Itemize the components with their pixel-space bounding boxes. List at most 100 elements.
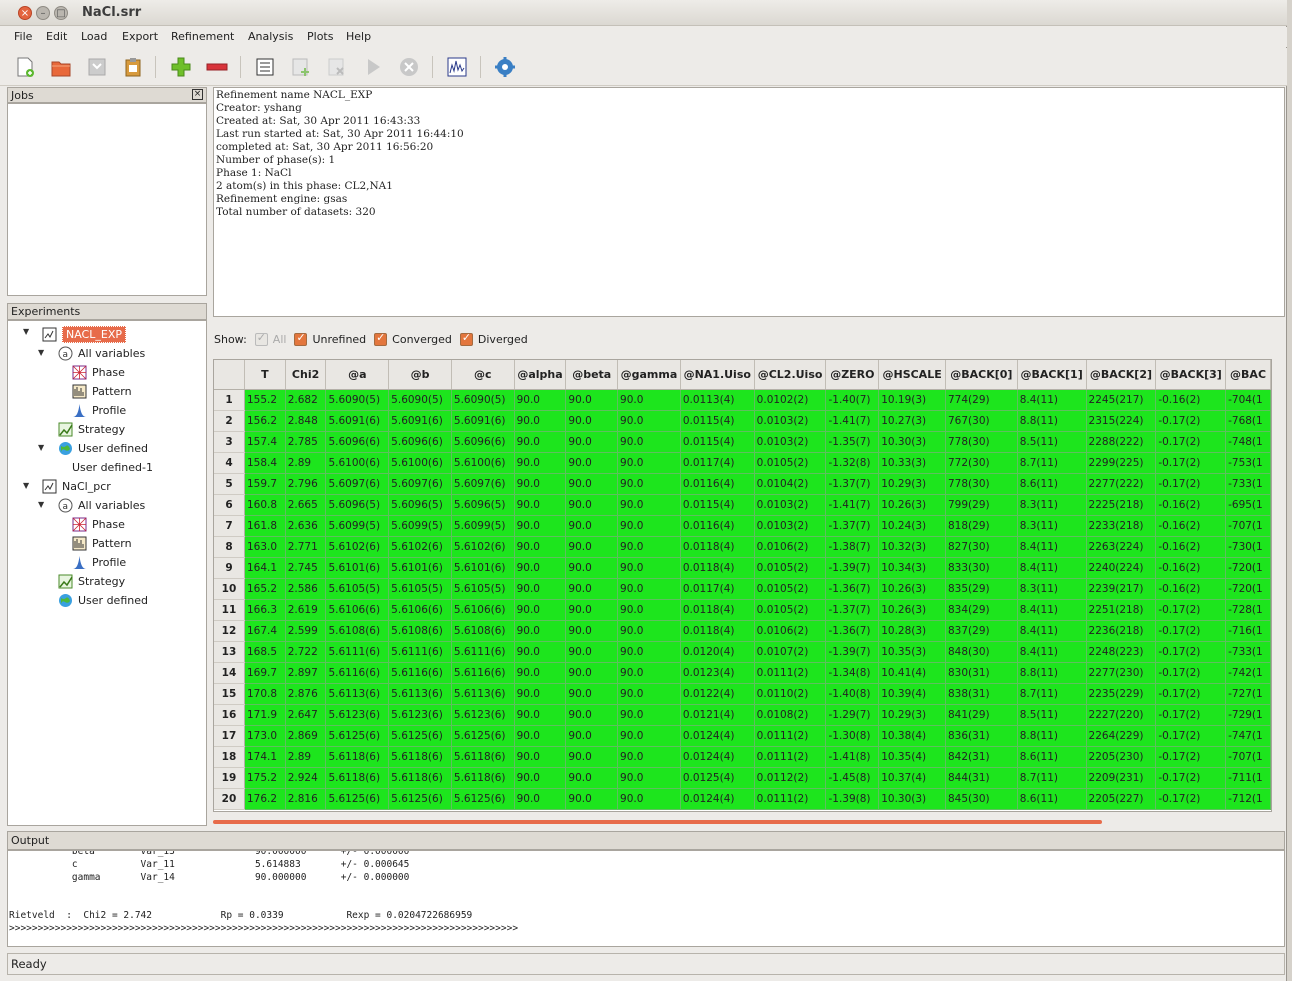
table-cell[interactable]: 0.0113(4)	[680, 389, 755, 411]
table-cell[interactable]: -1.39(7)	[825, 641, 880, 663]
table-cell[interactable]: 163.0	[244, 536, 286, 558]
expand-arrow-icon[interactable]: ▼	[23, 327, 29, 336]
table-cell[interactable]: 90.0	[514, 746, 567, 768]
table-cell[interactable]: -0.17(2)	[1155, 641, 1227, 663]
column-header[interactable]: @c	[451, 360, 515, 390]
table-cell[interactable]: 5.6106(6)	[325, 599, 390, 621]
table-cell[interactable]: 5.6108(6)	[451, 620, 515, 642]
table-cell[interactable]: 5.6113(6)	[325, 683, 390, 705]
table-cell[interactable]: -1.40(8)	[825, 683, 880, 705]
table-cell[interactable]: 0.0115(4)	[680, 431, 755, 453]
table-cell[interactable]: 2.816	[285, 788, 327, 810]
clipboard-icon[interactable]	[122, 56, 144, 78]
table-cell[interactable]: 10.29(3)	[878, 704, 946, 726]
table-cell[interactable]: 0.0115(4)	[680, 494, 755, 516]
table-cell[interactable]: -1.30(8)	[825, 725, 880, 747]
table-cell[interactable]: 164.1	[244, 557, 286, 579]
table-cell[interactable]: 166.3	[244, 599, 286, 621]
close-panel-icon[interactable]: ×	[192, 89, 203, 100]
converged-checkbox[interactable]	[374, 331, 388, 346]
table-cell[interactable]: 5.6111(6)	[388, 641, 452, 663]
table-row[interactable]: 11 166.3 2.619 5.6106(6) 5.6106(6) 5.6106(6) 9…	[214, 599, 1271, 621]
table-cell[interactable]: 2315(224)	[1086, 410, 1157, 432]
table-cell[interactable]: 5.6091(6)	[388, 410, 452, 432]
table-cell[interactable]: 173.0	[244, 725, 286, 747]
table-cell[interactable]: 156.2	[244, 410, 286, 432]
add-icon[interactable]	[170, 56, 192, 78]
row-header[interactable]: 3	[214, 431, 245, 453]
table-cell[interactable]: 90.0	[617, 557, 681, 579]
table-cell[interactable]: 5.6102(6)	[325, 536, 390, 558]
table-cell[interactable]: 8.3(11)	[1017, 578, 1087, 600]
menu-file[interactable]: File	[14, 30, 32, 43]
table-cell[interactable]: 5.6105(5)	[325, 578, 390, 600]
table-cell[interactable]: 90.0	[617, 473, 681, 495]
table-cell[interactable]: 10.30(3)	[878, 431, 946, 453]
table-cell[interactable]: 5.6118(6)	[388, 746, 452, 768]
table-cell[interactable]: 174.1	[244, 746, 286, 768]
table-cell[interactable]: 5.6091(6)	[451, 410, 515, 432]
table-cell[interactable]: -0.17(2)	[1155, 725, 1227, 747]
table-cell[interactable]: 5.6108(6)	[388, 620, 452, 642]
table-cell[interactable]: 8.4(11)	[1017, 389, 1087, 411]
table-cell[interactable]: -1.41(8)	[825, 746, 880, 768]
table-cell[interactable]: 90.0	[617, 536, 681, 558]
table-cell[interactable]: 169.7	[244, 662, 286, 684]
table-cell[interactable]: 158.4	[244, 452, 286, 474]
column-header[interactable]: @alpha	[514, 360, 567, 390]
tree-item-phase[interactable]: Phase	[72, 515, 125, 533]
table-cell[interactable]: 0.0104(2)	[754, 473, 827, 495]
output-console[interactable]: beta Var_13 90.000000 +/- 0.000000 c Var…	[7, 850, 1285, 947]
table-cell[interactable]: 90.0	[514, 536, 567, 558]
new-file-icon[interactable]	[14, 56, 36, 78]
save-icon[interactable]	[86, 56, 108, 78]
table-cell[interactable]: 5.6091(6)	[325, 410, 390, 432]
table-cell[interactable]: 5.6108(6)	[325, 620, 390, 642]
table-row[interactable]: 10 165.2 2.586 5.6105(5) 5.6105(5) 5.6105(5) 9…	[214, 578, 1271, 600]
table-row[interactable]: 3 157.4 2.785 5.6096(6) 5.6096(6) 5.6096(6) 90…	[214, 431, 1271, 453]
table-cell[interactable]: -1.39(8)	[825, 788, 880, 810]
table-cell[interactable]: -1.37(7)	[825, 599, 880, 621]
table-cell[interactable]: 834(29)	[945, 599, 1018, 621]
plot-icon[interactable]	[446, 56, 468, 78]
table-cell[interactable]: 5.6096(5)	[451, 494, 515, 516]
table-cell[interactable]: 0.0124(4)	[680, 746, 755, 768]
table-row[interactable]: 6 160.8 2.665 5.6096(5) 5.6096(5) 5.6096(5) 90…	[214, 494, 1271, 516]
table-cell[interactable]: 90.0	[514, 578, 567, 600]
table-cell[interactable]: 90.0	[617, 683, 681, 705]
table-cell[interactable]: 8.7(11)	[1017, 452, 1087, 474]
remove-icon[interactable]	[206, 56, 228, 78]
table-cell[interactable]: 90.0	[514, 725, 567, 747]
table-cell[interactable]: -1.39(7)	[825, 557, 880, 579]
table-cell[interactable]: -733(1	[1225, 473, 1271, 495]
table-cell[interactable]: 830(31)	[945, 662, 1018, 684]
tree-item-pattern[interactable]: Pattern	[72, 382, 132, 400]
table-cell[interactable]: 0.0105(2)	[754, 452, 827, 474]
table-cell[interactable]: 5.6118(6)	[451, 746, 515, 768]
table-cell[interactable]: 90.0	[617, 389, 681, 411]
tree-item-strategy[interactable]: Strategy	[58, 420, 125, 438]
table-cell[interactable]: 5.6101(6)	[451, 557, 515, 579]
table-row[interactable]: 20 176.2 2.816 5.6125(6) 5.6125(6) 5.6125(6) 9…	[214, 788, 1271, 810]
table-cell[interactable]: 0.0105(2)	[754, 557, 827, 579]
table-cell[interactable]: 5.6118(6)	[388, 767, 452, 789]
table-cell[interactable]: 5.6090(5)	[388, 389, 452, 411]
column-header[interactable]: Chi2	[285, 360, 327, 390]
table-cell[interactable]: 90.0	[514, 389, 567, 411]
table-cell[interactable]: 0.0116(4)	[680, 515, 755, 537]
table-cell[interactable]: 0.0118(4)	[680, 557, 755, 579]
table-cell[interactable]: 161.8	[244, 515, 286, 537]
table-cell[interactable]: -0.16(2)	[1155, 536, 1227, 558]
table-cell[interactable]: -742(1	[1225, 662, 1271, 684]
table-cell[interactable]: 90.0	[514, 431, 567, 453]
table-cell[interactable]: -1.40(7)	[825, 389, 880, 411]
table-cell[interactable]: 5.6100(6)	[325, 452, 390, 474]
table-cell[interactable]: -1.41(7)	[825, 410, 880, 432]
table-cell[interactable]: 90.0	[617, 452, 681, 474]
expand-arrow-icon[interactable]: ▼	[38, 443, 44, 452]
table-row[interactable]: 14 169.7 2.897 5.6116(6) 5.6116(6) 5.6116(6) 9…	[214, 662, 1271, 684]
table-cell[interactable]: 10.19(3)	[878, 389, 946, 411]
table-cell[interactable]: 848(30)	[945, 641, 1018, 663]
table-cell[interactable]: 774(29)	[945, 389, 1018, 411]
table-cell[interactable]: -0.17(2)	[1155, 473, 1227, 495]
